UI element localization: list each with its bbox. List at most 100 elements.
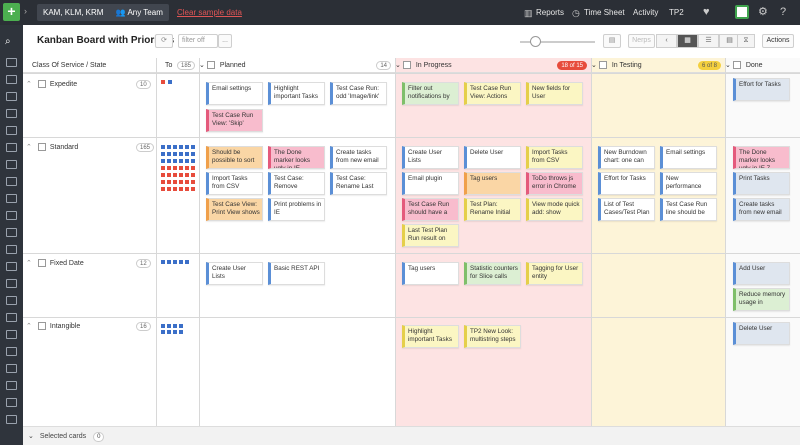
team-selector[interactable]: KAM, KLM, KRM 👥 Any Team bbox=[37, 4, 169, 21]
todo-dot[interactable] bbox=[168, 80, 172, 84]
heart-icon[interactable]: ♥ bbox=[703, 6, 710, 18]
todo-dot[interactable] bbox=[161, 180, 165, 184]
more-button[interactable]: ... bbox=[218, 34, 232, 48]
avatar[interactable] bbox=[735, 5, 749, 19]
board-icon[interactable] bbox=[6, 211, 17, 220]
board-view-button[interactable]: ▦ bbox=[677, 34, 698, 48]
card[interactable]: Effort for Tasks bbox=[598, 172, 655, 195]
folder-icon[interactable] bbox=[6, 313, 17, 322]
actions-button[interactable]: Actions bbox=[762, 34, 794, 48]
card[interactable]: New performance bbox=[660, 172, 717, 195]
card[interactable]: Statistic counters for Slice calls bbox=[464, 262, 521, 285]
column-header-in-testing[interactable]: ⌄ In Testing 6 of 8 bbox=[591, 58, 725, 73]
todo-dot[interactable] bbox=[173, 330, 177, 334]
todo-dot[interactable] bbox=[161, 330, 165, 334]
board-icon[interactable] bbox=[6, 177, 17, 186]
todo-dot[interactable] bbox=[173, 260, 177, 264]
todo-dot[interactable] bbox=[161, 159, 165, 163]
chevron-down-icon[interactable]: ⌄ bbox=[28, 433, 34, 440]
card[interactable]: Email settings bbox=[206, 82, 263, 105]
nav-reports[interactable]: Reports bbox=[536, 8, 564, 17]
chevron-up-icon[interactable]: ⌃ bbox=[26, 260, 32, 267]
todo-dot[interactable] bbox=[167, 330, 171, 334]
lane-checkbox[interactable] bbox=[37, 143, 46, 152]
card[interactable]: Tagging for User entity bbox=[526, 262, 583, 285]
card[interactable]: Test Case: Remove bbox=[268, 172, 325, 195]
todo-dot[interactable] bbox=[161, 260, 165, 264]
todo-dot[interactable] bbox=[173, 152, 177, 156]
todo-dot[interactable] bbox=[185, 173, 189, 177]
card[interactable]: Test Plan: Rename Initial bbox=[464, 198, 521, 221]
todo-dot[interactable] bbox=[161, 145, 165, 149]
card[interactable]: Test Case Run View: 'Skip' bbox=[206, 109, 263, 132]
collapse-icon[interactable]: ▤ bbox=[603, 34, 621, 48]
todo-dot[interactable] bbox=[173, 180, 177, 184]
clear-sample-link[interactable]: Clear sample data bbox=[177, 8, 242, 17]
todo-dot[interactable] bbox=[167, 324, 171, 328]
card[interactable]: View mode quick add: show bbox=[526, 198, 583, 221]
todo-dot[interactable] bbox=[185, 152, 189, 156]
card[interactable]: New Burndown chart: one can bbox=[598, 146, 655, 169]
nav-activity[interactable]: Activity bbox=[633, 8, 658, 17]
timeline-view-button[interactable]: ⧖ bbox=[737, 34, 755, 48]
column-header-planned[interactable]: ⌄ Planned 14 bbox=[199, 58, 395, 73]
board-icon[interactable] bbox=[6, 228, 17, 237]
board-icon[interactable] bbox=[6, 143, 17, 152]
folder-icon[interactable] bbox=[6, 381, 17, 390]
search-icon[interactable]: ⌕ bbox=[5, 36, 11, 47]
todo-dot[interactable] bbox=[191, 159, 195, 163]
card[interactable]: Import Tasks from CSV bbox=[206, 172, 263, 195]
card[interactable]: Create tasks from new email bbox=[330, 146, 387, 169]
lane-expedite[interactable]: ⌃ Expedite bbox=[26, 80, 77, 89]
todo-dot[interactable] bbox=[173, 159, 177, 163]
todo-dot[interactable] bbox=[173, 166, 177, 170]
card[interactable]: List of Test Cases/Test Plan bbox=[598, 198, 655, 221]
todo-dot[interactable] bbox=[179, 173, 183, 177]
lane-standard[interactable]: ⌃ Standard bbox=[26, 143, 78, 152]
card[interactable]: Print problems in IE bbox=[268, 198, 325, 221]
todo-dot[interactable] bbox=[179, 324, 183, 328]
prev-view-button[interactable]: ‹ bbox=[656, 34, 677, 48]
card[interactable]: Tag users bbox=[464, 172, 521, 195]
card[interactable]: The Done marker looks ugly in IE bbox=[268, 146, 325, 169]
board-icon[interactable] bbox=[6, 194, 17, 203]
todo-dot[interactable] bbox=[185, 260, 189, 264]
todo-dot[interactable] bbox=[173, 324, 177, 328]
column-checkbox[interactable] bbox=[402, 61, 411, 70]
card[interactable]: Reduce memory usage in bbox=[733, 288, 790, 311]
card[interactable]: Delete User bbox=[464, 146, 521, 169]
folder-icon[interactable] bbox=[6, 279, 17, 288]
chevron-up-icon[interactable]: ⌃ bbox=[26, 81, 32, 88]
settings-icon[interactable] bbox=[6, 398, 17, 407]
todo-dot[interactable] bbox=[167, 173, 171, 177]
todo-dot[interactable] bbox=[179, 166, 183, 170]
todo-dot[interactable] bbox=[179, 187, 183, 191]
lane-fixed-date[interactable]: ⌃ Fixed Date bbox=[26, 259, 84, 268]
card[interactable]: Test Case Run View: Actions bbox=[464, 82, 521, 105]
todo-dot[interactable] bbox=[167, 180, 171, 184]
todo-dot[interactable] bbox=[179, 152, 183, 156]
column-checkbox[interactable] bbox=[732, 61, 741, 70]
todo-dot[interactable] bbox=[191, 145, 195, 149]
card[interactable]: Create User Lists bbox=[402, 146, 459, 169]
todo-dot[interactable] bbox=[179, 145, 183, 149]
todo-dot[interactable] bbox=[167, 159, 171, 163]
card[interactable]: Add User bbox=[733, 262, 790, 285]
card[interactable]: Basic REST API bbox=[268, 262, 325, 285]
refresh-button[interactable]: ⟳ bbox=[155, 34, 173, 48]
todo-dot[interactable] bbox=[179, 330, 183, 334]
card[interactable]: Create tasks from new email bbox=[733, 198, 790, 221]
todo-dot[interactable] bbox=[161, 173, 165, 177]
todo-dot[interactable] bbox=[161, 152, 165, 156]
card[interactable]: Email plugin bbox=[402, 172, 459, 195]
card[interactable]: Delete User bbox=[733, 322, 790, 345]
view-label[interactable]: Nerps bbox=[628, 34, 655, 48]
board-icon[interactable] bbox=[6, 126, 17, 135]
column-header-to-do[interactable]: To 185 bbox=[156, 58, 199, 73]
chevron-up-icon[interactable]: ⌃ bbox=[26, 323, 32, 330]
card[interactable]: Test Case: Rename Last bbox=[330, 172, 387, 195]
selected-cards-bar[interactable]: ⌄ Selected cards 0 bbox=[23, 426, 800, 445]
board-icon[interactable] bbox=[6, 92, 17, 101]
board-icon[interactable] bbox=[6, 245, 17, 254]
chevron-right-icon[interactable]: › bbox=[24, 6, 27, 16]
